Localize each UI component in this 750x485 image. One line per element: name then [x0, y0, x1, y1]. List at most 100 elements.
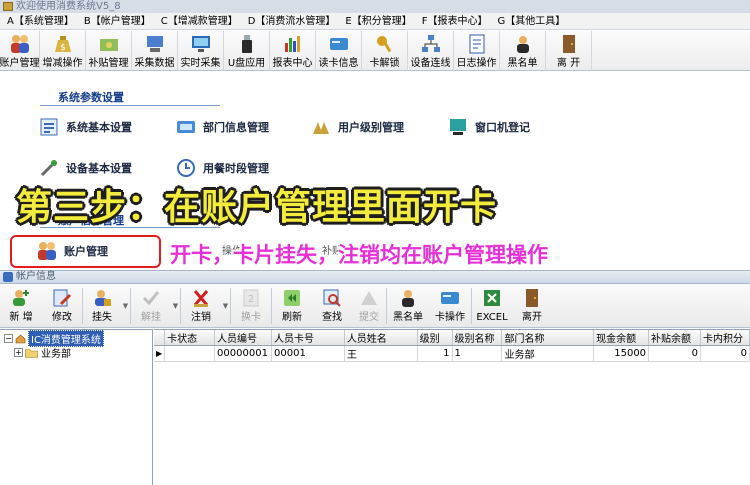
row-indicator-header — [154, 330, 166, 346]
unreport-loss-button[interactable]: 解挂 — [131, 284, 171, 328]
refresh-button[interactable]: 刷新 — [272, 284, 312, 328]
tree-node-root[interactable]: − IC消费管理系统 — [4, 330, 104, 347]
cell-card-points: 0 — [700, 345, 750, 362]
cell-card-status — [164, 345, 216, 362]
department-tree: − IC消费管理系统 + 业务部 — [0, 329, 153, 485]
func-terminal-registration[interactable]: 窗口机登记 — [447, 115, 530, 139]
column-header[interactable]: 补贴余额 — [648, 330, 701, 346]
change-card-button[interactable]: 2 换卡 — [231, 284, 271, 328]
report-loss-dropdown[interactable]: ▼ — [121, 284, 130, 328]
toolbar-subsidy-button[interactable]: 补贴管理 — [86, 31, 132, 71]
column-header[interactable]: 部门名称 — [501, 330, 595, 346]
exit-account-button[interactable]: 离开 — [512, 284, 552, 328]
cell-person-id: 00000001 — [214, 345, 273, 362]
tree-expand-toggle[interactable]: + — [14, 348, 23, 357]
tree-node-department[interactable]: + 业务部 — [14, 346, 71, 360]
func-account-management[interactable]: 账户管理 — [36, 239, 108, 263]
edit-account-button[interactable]: 修改 — [42, 284, 82, 328]
checkmark-icon — [142, 291, 160, 306]
toolbar-label: 黑名单 — [507, 58, 538, 69]
func-user-level-management[interactable]: 用户级别管理 — [310, 115, 404, 139]
cancel-account-button[interactable]: 注销 — [181, 284, 221, 328]
toolbar-realtime-button[interactable]: 实时采集 — [178, 31, 224, 71]
toolbar-card-info-button[interactable]: 读卡信息 — [316, 31, 362, 71]
column-header[interactable]: 人员编号 — [214, 330, 273, 346]
account-toolbar: 新 增 修改 挂失 ▼ 解挂 ▼ 注销 ▼ 2 换卡 刷新 查找 提交 黑名单 — [0, 284, 750, 328]
toolbar-label: 设备连线 — [410, 58, 451, 69]
menu-reports[interactable]: F【报表中心】 — [417, 13, 493, 30]
function-panel: 系统参数设置 系统基本设置 部门信息管理 用户级别管理 窗口机登记 设备基本设置… — [0, 71, 750, 269]
table-row[interactable]: ▶ 00000001 00001 王 1 1 业务部 15000 0 0 — [154, 345, 750, 362]
toolbar-usb-button[interactable]: U盘应用 — [224, 31, 270, 71]
func-meal-period-management[interactable]: 用餐时段管理 — [175, 156, 269, 180]
func-device-basic-settings[interactable]: 设备基本设置 — [38, 156, 132, 180]
column-header[interactable]: 卡状态 — [164, 330, 216, 346]
add-user-icon — [13, 290, 29, 306]
menu-adjust[interactable]: C【增减款管理】 — [156, 13, 243, 30]
toolbar-unlock-button[interactable]: 卡解锁 — [362, 31, 408, 71]
child-window-title: 帐户信息 — [16, 271, 56, 282]
toolbar-account-button[interactable]: 账户管理 — [0, 31, 40, 71]
tutorial-step-caption: 第三步：在账户管理里面开卡 — [16, 187, 498, 228]
toolbar-log-button[interactable]: 日志操作 — [454, 31, 500, 71]
menu-bar: A【系统管理】 B【帐户管理】 C【增减款管理】 D【消费流水管理】 E【积分管… — [0, 13, 750, 30]
toolbar-exit-button[interactable]: 离 开 — [546, 31, 592, 71]
exit-door-icon — [562, 35, 575, 53]
cell-subsidy-balance: 0 — [648, 345, 701, 362]
column-header[interactable]: 人员卡号 — [271, 330, 345, 346]
main-toolbar: 账户管理 $ 增减操作 补贴管理 采集数据 实时采集 U盘应用 报表中心 读卡信… — [0, 31, 750, 71]
toolbar-adjust-button[interactable]: $ 增减操作 — [40, 31, 86, 71]
tools-icon — [40, 160, 57, 177]
collect-data-icon — [146, 36, 163, 52]
toolbar-label: 日志操作 — [456, 58, 497, 69]
settings-list-icon — [40, 118, 58, 136]
toolbar-collect-button[interactable]: 采集数据 — [132, 31, 178, 71]
cell-cash-balance: 15000 — [593, 345, 650, 362]
func-system-basic-settings[interactable]: 系统基本设置 — [38, 115, 132, 139]
cell-level-name: 1 — [452, 345, 503, 362]
toolbar-blacklist-button[interactable]: 黑名单 — [500, 31, 546, 71]
card-reader-icon — [329, 38, 348, 50]
submit-button[interactable]: 提交 — [352, 284, 386, 328]
unreport-loss-dropdown[interactable]: ▼ — [171, 284, 180, 328]
excel-export-button[interactable]: EXCEL — [472, 284, 512, 328]
account-table: 卡状态 人员编号 人员卡号 人员姓名 级别 级别名称 部门名称 现金余额 补贴余… — [154, 330, 750, 362]
bar-chart-icon — [284, 36, 300, 52]
money-bag-icon: $ — [54, 36, 71, 53]
toolbar-label: 卡解锁 — [369, 58, 400, 69]
toolbar-reports-button[interactable]: 报表中心 — [270, 31, 316, 71]
func-department-management[interactable]: 部门信息管理 — [175, 115, 269, 139]
svg-text:2: 2 — [248, 294, 254, 305]
add-account-button[interactable]: 新 增 — [0, 284, 42, 328]
network-icon — [421, 35, 440, 52]
edit-icon — [53, 289, 72, 307]
tree-collapse-toggle[interactable]: − — [4, 334, 13, 343]
column-header[interactable]: 卡内积分 — [700, 330, 750, 346]
search-button[interactable]: 查找 — [312, 284, 352, 328]
table-header-row: 卡状态 人员编号 人员卡号 人员姓名 级别 级别名称 部门名称 现金余额 补贴余… — [154, 330, 750, 346]
card-operation-button[interactable]: 卡操作 — [429, 284, 471, 328]
clock-icon — [177, 159, 195, 177]
menu-account[interactable]: B【帐户管理】 — [79, 13, 156, 30]
menu-tools[interactable]: G【其他工具】 — [493, 13, 571, 30]
tutorial-sub-caption: 开卡，卡片挂失，注销均在账户管理操作 — [170, 243, 548, 267]
column-header[interactable]: 现金余额 — [593, 330, 650, 346]
row-indicator: ▶ — [154, 345, 166, 362]
menu-system[interactable]: A【系统管理】 — [2, 13, 79, 30]
toolbar-device-button[interactable]: 设备连线 — [408, 31, 454, 71]
column-header[interactable]: 级别 — [417, 330, 453, 346]
window-icon — [3, 272, 13, 282]
account-grid: 卡状态 人员编号 人员卡号 人员姓名 级别 级别名称 部门名称 现金余额 补贴余… — [154, 329, 750, 485]
blacklist-button[interactable]: 黑名单 — [387, 284, 429, 328]
section-divider — [40, 105, 220, 106]
svg-text:$: $ — [60, 43, 66, 53]
column-header[interactable]: 人员姓名 — [344, 330, 418, 346]
refresh-icon — [284, 290, 300, 306]
menu-transactions[interactable]: D【消费流水管理】 — [243, 13, 341, 30]
toolbar-label: 实时采集 — [180, 58, 221, 69]
menu-points[interactable]: E【积分管理】 — [340, 13, 416, 30]
cancel-account-dropdown[interactable]: ▼ — [221, 284, 230, 328]
section-title-system: 系统参数设置 — [58, 91, 124, 104]
column-header[interactable]: 级别名称 — [452, 330, 503, 346]
report-loss-button[interactable]: 挂失 — [83, 284, 121, 328]
